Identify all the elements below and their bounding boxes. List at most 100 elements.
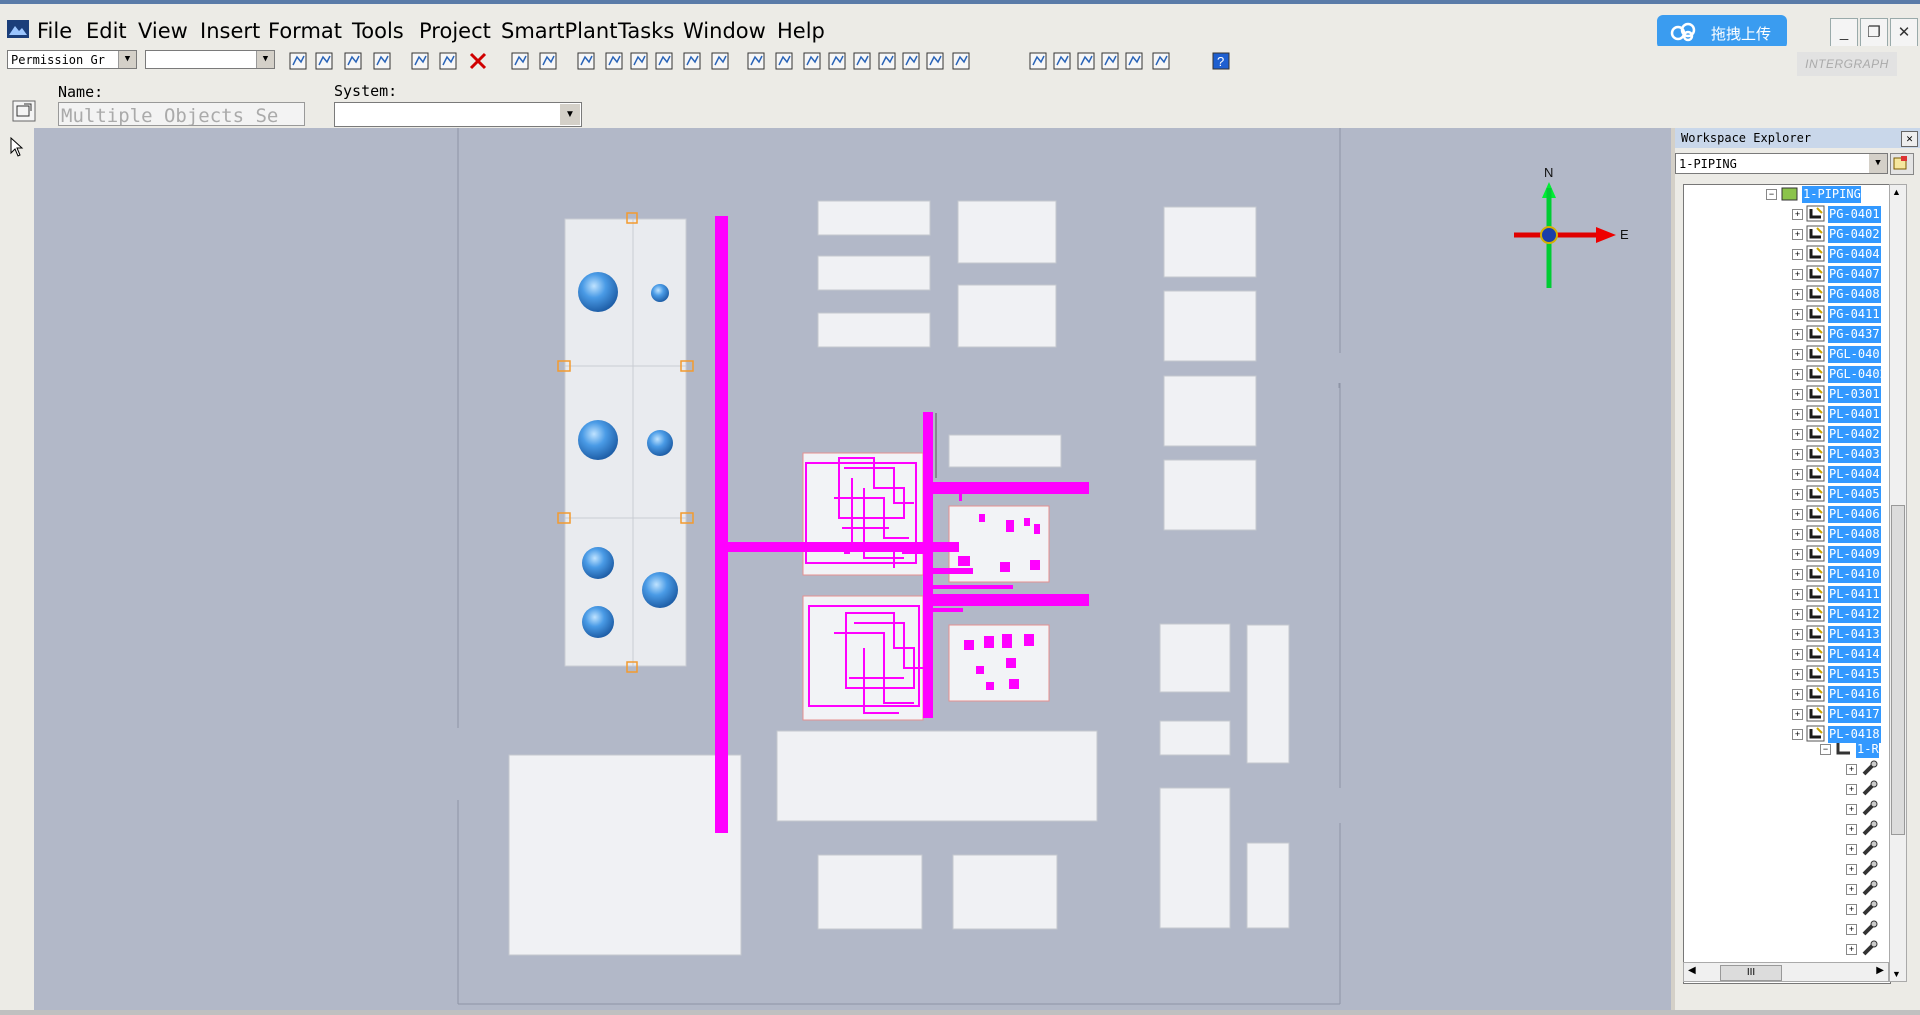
explorer-close-button[interactable]: ✕ [1901, 131, 1918, 147]
tree-item-row[interactable]: + PL-0405 [1792, 485, 1890, 505]
view-icon[interactable] [851, 50, 873, 72]
tree-child-row[interactable]: + [1846, 860, 1890, 880]
tree-item-row[interactable]: + PG-0411 [1792, 305, 1890, 325]
route-icon[interactable] [681, 50, 703, 72]
explorer-hscroll-thumb[interactable]: III [1720, 965, 1782, 981]
tank-4[interactable] [647, 430, 673, 456]
view-icon[interactable] [826, 50, 848, 72]
expand-icon[interactable]: + [1846, 764, 1857, 775]
system-select[interactable]: ▼ [334, 102, 582, 127]
tank-1[interactable] [578, 272, 618, 312]
menu-view[interactable]: View [138, 19, 188, 43]
tree-item-row[interactable]: + PL-0402 [1792, 425, 1890, 445]
name-field[interactable]: Multiple Objects Se [58, 102, 305, 126]
select-tool-icon[interactable] [603, 50, 625, 72]
expand-icon[interactable]: + [1792, 709, 1803, 720]
menu-format[interactable]: Format [268, 19, 342, 43]
close-button[interactable]: ✕ [1890, 18, 1918, 48]
expand-icon[interactable]: + [1792, 289, 1803, 300]
expand-icon[interactable]: + [1792, 649, 1803, 660]
expand-icon[interactable]: + [1846, 884, 1857, 895]
zoom-area-icon[interactable] [1075, 50, 1097, 72]
scroll-right-icon[interactable]: ▶ [1876, 965, 1884, 976]
tree-item-row[interactable]: + PL-0413 [1792, 625, 1890, 645]
collapse-icon[interactable]: − [1820, 744, 1831, 755]
expand-icon[interactable]: + [1846, 924, 1857, 935]
explorer-horizontal-scrollbar[interactable]: ◀ III ▶ [1683, 962, 1889, 982]
view-icon[interactable] [900, 50, 922, 72]
expand-icon[interactable]: + [1792, 369, 1803, 380]
minimize-button[interactable]: _ [1830, 18, 1858, 48]
expand-icon[interactable]: + [1846, 864, 1857, 875]
ruler-icon[interactable] [709, 50, 731, 72]
expand-icon[interactable]: + [1792, 549, 1803, 560]
help-icon[interactable]: ? [1210, 50, 1232, 72]
paste-icon[interactable] [437, 50, 459, 72]
expand-icon[interactable]: + [1792, 569, 1803, 580]
explorer-filter-select[interactable]: 1-PIPING ▼ [1675, 153, 1888, 174]
tank-6[interactable] [642, 572, 678, 608]
tree-item-row[interactable]: + PL-0408 [1792, 525, 1890, 545]
menu-tasks[interactable]: Tasks [618, 19, 674, 43]
scroll-up-icon[interactable]: ▲ [1892, 187, 1901, 197]
move-icon[interactable] [509, 50, 531, 72]
expand-icon[interactable]: + [1846, 904, 1857, 915]
rotate-icon[interactable] [537, 50, 559, 72]
expand-icon[interactable]: + [1846, 784, 1857, 795]
expand-icon[interactable]: + [1792, 409, 1803, 420]
tree-item-row[interactable]: + PG-0408 [1792, 285, 1890, 305]
expand-icon[interactable]: + [1792, 629, 1803, 640]
tree-item-row[interactable]: + PL-0414 [1792, 645, 1890, 665]
tree-child-row[interactable]: + [1846, 820, 1890, 840]
explorer-options-button[interactable] [1890, 153, 1914, 175]
expand-icon[interactable]: + [1792, 489, 1803, 500]
tank-5[interactable] [582, 547, 614, 579]
delete-icon[interactable] [467, 50, 489, 72]
tree-item-row[interactable]: + PG-0404 [1792, 245, 1890, 265]
tree-item-row[interactable]: + PG-0407 [1792, 265, 1890, 285]
expand-icon[interactable]: + [1846, 944, 1857, 955]
menu-window[interactable]: Window [683, 19, 766, 43]
menu-tools[interactable]: Tools [352, 19, 404, 43]
copy-icon[interactable] [409, 50, 431, 72]
open-folder-icon[interactable] [313, 50, 335, 72]
view-icon[interactable] [801, 50, 823, 72]
tank-3[interactable] [578, 420, 618, 460]
tree-child-row[interactable]: + [1846, 800, 1890, 820]
undo-icon[interactable] [575, 50, 597, 72]
graphic-view[interactable]: N E [34, 128, 1671, 1010]
view-icon[interactable] [924, 50, 946, 72]
expand-icon[interactable]: + [1792, 429, 1803, 440]
tree-child-row[interactable]: + [1846, 880, 1890, 900]
tree-child-row[interactable]: + [1846, 760, 1890, 780]
tree-item-row[interactable]: + PL-0301 [1792, 385, 1890, 405]
tank-7[interactable] [582, 606, 614, 638]
dropdown-icon[interactable] [950, 50, 972, 72]
tree-item-row[interactable]: + PL-0411 [1792, 585, 1890, 605]
expand-icon[interactable]: + [1792, 209, 1803, 220]
tree-sub-row[interactable]: − 1-R [1820, 740, 1890, 760]
tree-child-row[interactable]: + [1846, 780, 1890, 800]
look-at-icon[interactable] [1123, 50, 1145, 72]
explorer-tree[interactable]: − 1-PIPING + PG-0401 + PG-0402 + PG-0404 + PG-0… [1683, 184, 1891, 984]
menu-insert[interactable]: Insert [200, 19, 260, 43]
expand-icon[interactable]: + [1792, 469, 1803, 480]
expand-icon[interactable]: + [1792, 589, 1803, 600]
expand-icon[interactable]: + [1846, 844, 1857, 855]
tree-child-row[interactable]: + [1846, 840, 1890, 860]
model-canvas[interactable]: N E [34, 128, 1671, 1010]
tree-item-row[interactable]: + PL-0409 [1792, 545, 1890, 565]
tree-item-row[interactable]: + PL-0406 [1792, 505, 1890, 525]
expand-icon[interactable]: + [1792, 729, 1803, 740]
tree-item-row[interactable]: + PL-0416 [1792, 685, 1890, 705]
properties-icon[interactable] [12, 100, 36, 122]
tree-item-row[interactable]: + PL-0401 [1792, 405, 1890, 425]
scroll-down-icon[interactable]: ▼ [1892, 969, 1901, 979]
refresh-icon[interactable] [371, 50, 393, 72]
explorer-scroll-thumb[interactable] [1891, 505, 1905, 835]
tank-2[interactable] [651, 284, 669, 302]
tree-item-row[interactable]: + PL-0417 [1792, 705, 1890, 725]
upload-button[interactable]: 拖拽上传 [1657, 15, 1787, 49]
permission-group-select[interactable]: Permission Gr ▼ [7, 50, 137, 69]
tree-item-row[interactable]: + PL-0410 [1792, 565, 1890, 585]
